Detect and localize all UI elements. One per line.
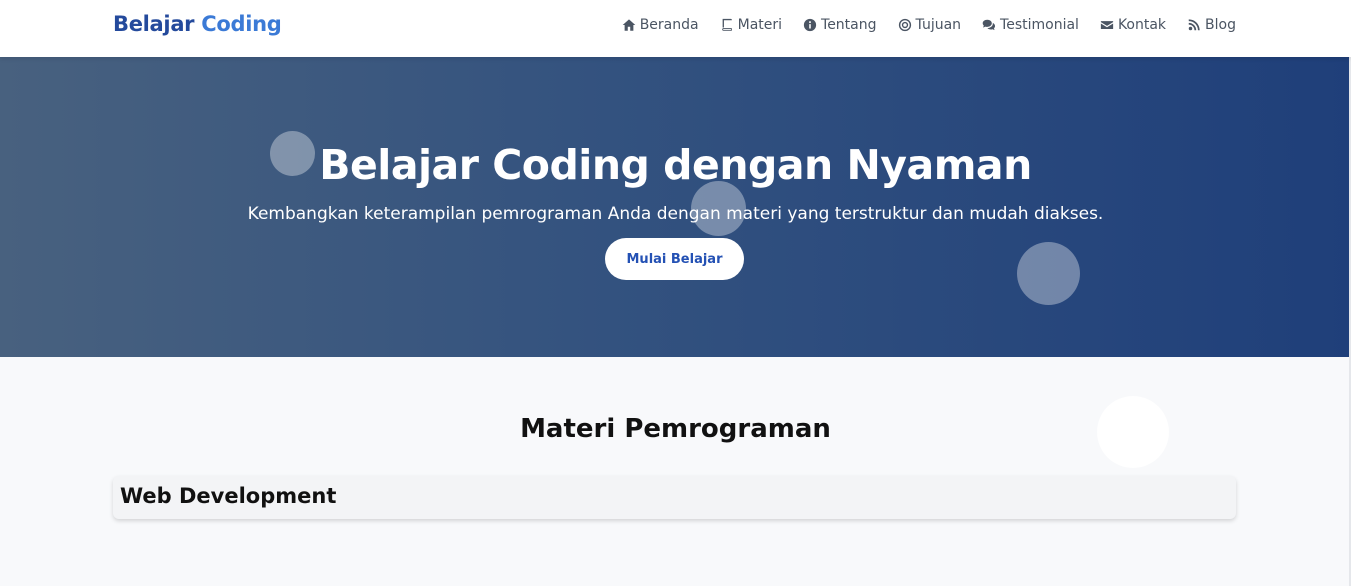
nav-item-kontak[interactable]: Kontak bbox=[1100, 17, 1166, 33]
nav-label: Testimonial bbox=[1000, 17, 1079, 33]
start-learning-button[interactable]: Mulai Belajar bbox=[605, 238, 744, 280]
nav-item-testimonial[interactable]: Testimonial bbox=[982, 17, 1079, 33]
nav-item-tentang[interactable]: Tentang bbox=[803, 17, 877, 33]
nav-item-materi[interactable]: Materi bbox=[720, 17, 782, 33]
decor-bubble bbox=[1017, 242, 1080, 305]
brand-part2: Coding bbox=[201, 12, 282, 36]
home-icon bbox=[622, 19, 636, 31]
nav-label: Tujuan bbox=[915, 17, 962, 33]
brand-logo[interactable]: Belajar Coding bbox=[113, 12, 282, 36]
info-icon bbox=[803, 18, 817, 32]
nav-item-blog[interactable]: Blog bbox=[1187, 17, 1236, 33]
section-title: Materi Pemrograman bbox=[520, 414, 831, 444]
nav-label: Tentang bbox=[821, 17, 877, 33]
brand-part1: Belajar bbox=[113, 12, 195, 36]
target-icon bbox=[898, 18, 911, 32]
comments-icon bbox=[982, 19, 996, 31]
nav-label: Blog bbox=[1205, 17, 1236, 33]
blog-icon bbox=[1188, 19, 1200, 31]
nav-label: Kontak bbox=[1117, 17, 1167, 33]
hero-section: Belajar Coding dengan Nyaman Kembangkan … bbox=[0, 57, 1351, 357]
navbar: Belajar Coding Beranda Materi Tentang Tu… bbox=[0, 0, 1351, 57]
card-title: Web Development bbox=[120, 484, 337, 508]
main-nav: Beranda Materi Tentang Tujuan Testimonia… bbox=[622, 17, 1236, 33]
nav-label: Beranda bbox=[639, 17, 699, 33]
nav-label: Materi bbox=[737, 17, 783, 33]
hero-subtitle: Kembangkan keterampilan pemrograman Anda… bbox=[247, 204, 1104, 224]
nav-item-beranda[interactable]: Beranda bbox=[622, 17, 699, 33]
book-icon bbox=[721, 18, 732, 31]
materi-card-web-development[interactable]: Web Development bbox=[113, 476, 1236, 519]
nav-item-tujuan[interactable]: Tujuan bbox=[898, 17, 962, 33]
envelope-icon bbox=[1100, 21, 1114, 29]
hero-title: Belajar Coding dengan Nyaman bbox=[319, 141, 1032, 189]
